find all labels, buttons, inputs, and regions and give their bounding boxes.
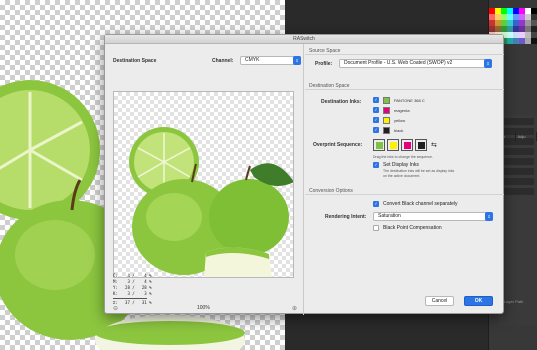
ink-name: magenta [394, 107, 410, 113]
overprint-sequence-label: Overprint Sequence: [313, 142, 363, 148]
set-display-inks-checkbox[interactable]: ✓ [373, 162, 379, 168]
overprint-ink-4[interactable] [415, 139, 427, 151]
ink-name: black [394, 127, 404, 133]
set-display-note-1: The destination inks will be set as disp… [383, 169, 455, 173]
rendering-intent-value: Saturation [378, 213, 401, 219]
ink-checkbox[interactable]: ✓ [373, 107, 379, 113]
black-point-compensation-row[interactable]: ✓ Black Point Compensation [373, 225, 442, 231]
info-black: K: 3 / 3 % [113, 291, 152, 296]
set-display-inks-row[interactable]: ✓ Set Display Inks [373, 162, 419, 168]
source-space-heading: Source Space [305, 47, 504, 55]
convert-black-checkbox[interactable]: ✓ [373, 201, 379, 207]
info-divider [113, 298, 147, 299]
raswitch-dialog: RASwitch Destination Space Channel: CMYK… [104, 34, 504, 315]
zoom-level: 100% [197, 305, 210, 311]
ink-row-yellow[interactable]: ✓ yellow [373, 116, 405, 124]
ink-checkbox[interactable]: ✓ [373, 117, 379, 123]
dialog-title: RASwitch [105, 35, 503, 44]
overprint-sequence[interactable]: ⇆ [373, 139, 437, 151]
ink-row-pantone[interactable]: ✓ PANTONE 368 C [373, 96, 425, 104]
ink-name: yellow [394, 117, 406, 123]
preview-image [129, 127, 293, 277]
set-display-inks-label: Set Display Inks [383, 162, 419, 168]
destination-inks-label: Destination Inks: [321, 99, 362, 105]
left-column: Destination Space Channel: CMYK ⇕ C: 4 /… [105, 44, 304, 315]
chevron-updown-icon: ⇕ [293, 56, 301, 65]
channel-select-value: CMYK [245, 57, 260, 63]
overprint-ink-1[interactable] [373, 139, 385, 151]
ink-swatch [383, 96, 390, 104]
bpc-label: Black Point Compensation [383, 225, 442, 231]
ink-swatch [383, 116, 390, 124]
bpc-checkbox[interactable]: ✓ [373, 225, 379, 231]
cancel-button[interactable]: Cancel [425, 296, 454, 306]
convert-black-label: Convert Black channel separately [383, 201, 458, 207]
channel-label: Channel: [212, 58, 234, 64]
panel-footer-label: Layer Path [504, 299, 524, 304]
conversion-options-heading: Conversion Options [305, 187, 504, 195]
ink-checkbox[interactable]: ✓ [373, 127, 379, 133]
right-column: Source Space Profile: Document Profile -… [305, 44, 504, 315]
ink-checkbox[interactable]: ✓ [373, 97, 379, 103]
rendering-intent-label: Rendering Intent: [325, 214, 367, 220]
drag-note: Drag the inks to change the sequence. [373, 155, 433, 159]
chevron-updown-icon: ⇕ [484, 59, 492, 68]
zoom-in-icon[interactable]: ⊕ [292, 305, 297, 312]
ink-swatch [383, 126, 390, 134]
chevron-updown-icon: ⇕ [485, 212, 493, 221]
preview-area[interactable] [113, 91, 294, 278]
profile-select-value: Document Profile - U.S. Web Coated (SWOP… [344, 60, 453, 66]
zoom-out-icon[interactable]: ⊖ [113, 305, 118, 312]
color-info-table: C: 4 / 4 % M: 3 / 4 % Y: 28 / 28 % K: 3 … [113, 273, 152, 306]
swatch[interactable] [531, 38, 537, 44]
info-sum: Σ: 37 / 31 % [113, 300, 152, 305]
destination-space-heading: Destination Space [305, 82, 504, 90]
rendering-intent-select[interactable]: Saturation ⇕ [373, 212, 493, 221]
overprint-ink-2[interactable] [387, 139, 399, 151]
channel-select[interactable]: CMYK ⇕ [240, 56, 301, 65]
ink-name: PANTONE 368 C [394, 97, 425, 103]
tab-adjustments[interactable]: Adju [516, 132, 537, 141]
profile-label: Profile: [315, 61, 333, 67]
ink-row-black[interactable]: ✓ black [373, 126, 403, 134]
ink-row-magenta[interactable]: ✓ magenta [373, 106, 410, 114]
profile-select[interactable]: Document Profile - U.S. Web Coated (SWOP… [339, 59, 492, 68]
drag-hand-icon: ⇆ [431, 142, 437, 149]
ink-swatch [383, 106, 390, 114]
set-display-note-2: on the active document. [383, 174, 421, 178]
destination-space-label: Destination Space [113, 58, 157, 64]
overprint-ink-3[interactable] [401, 139, 413, 151]
convert-black-row[interactable]: ✓ Convert Black channel separately [373, 201, 458, 207]
ok-button[interactable]: OK [464, 296, 493, 306]
